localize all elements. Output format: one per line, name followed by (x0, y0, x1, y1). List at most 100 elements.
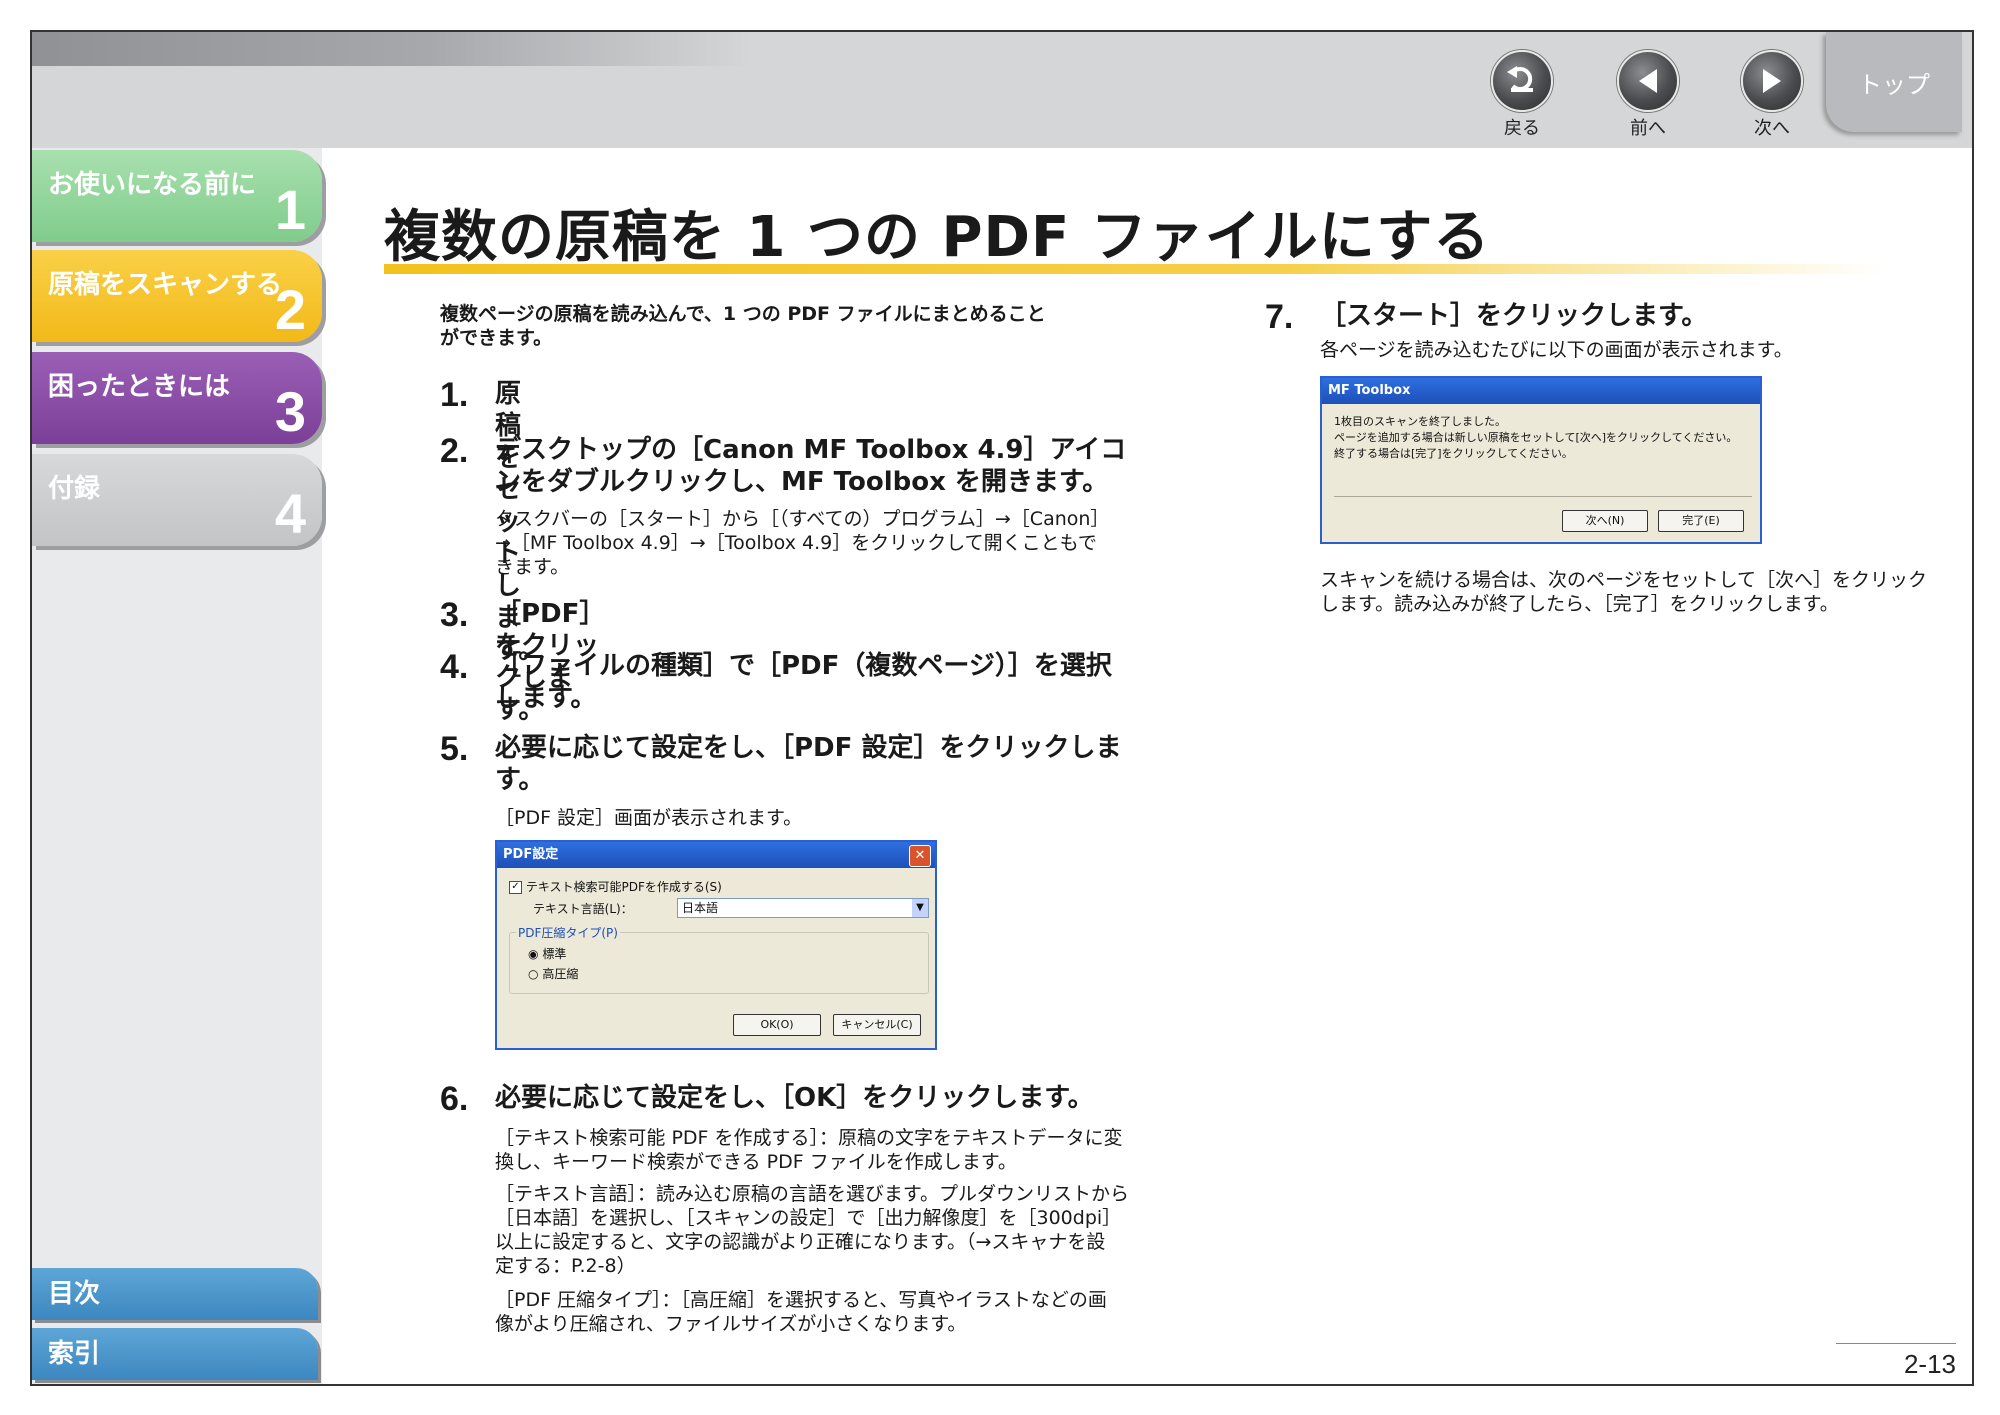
radio-standard[interactable]: ◉ 標準 (528, 945, 566, 962)
language-value: 日本語 (682, 901, 719, 915)
intro-line: ができます。 (440, 327, 553, 349)
close-icon[interactable]: ✕ (909, 845, 931, 867)
pdf-settings-dialog: PDF設定 ✕ ✓ テキスト検索可能PDFを作成する(S) テキスト言語(L)：… (495, 840, 937, 1050)
ok-button[interactable]: OK(O) (733, 1014, 821, 1036)
step-line: ［ファイルの種類］で［PDF（複数ページ）］を選択 (495, 651, 1112, 681)
chapter-2-title: 原稿をスキャンする (48, 270, 283, 300)
note-line: タスクバーの［スタート］から［（すべての）プログラム］→［Canon］ (495, 508, 1110, 530)
step-text: デスクトップの［Canon MF Toolbox 4.9］アイコ ンをダブルクリ… (495, 434, 1126, 498)
chapter-2-number: 2 (274, 278, 306, 341)
step-text: 必要に応じて設定をし、［OK］をクリックします。 (495, 1082, 1094, 1114)
finish-button[interactable]: 完了(E) (1658, 510, 1744, 532)
pdf-dialog-title: PDF設定 (503, 847, 559, 862)
step-line: します。 (495, 683, 597, 713)
note-line: ［日本語］を選択し、［スキャンの設定］で［出力解像度］を［300dpi］ (495, 1207, 1122, 1229)
chapter-1-tab[interactable]: お使いになる前に 1 (32, 150, 322, 242)
step-number: 2. (440, 432, 469, 470)
radio-unselected-icon[interactable]: ○ (528, 967, 538, 981)
compression-group: PDF圧縮タイプ(P) ◉ 標準 ○ 高圧縮 (509, 924, 929, 994)
note-line: きます。 (495, 556, 570, 578)
step-number: 1. (440, 376, 469, 414)
step-6-note-1: ［テキスト検索可能 PDF を作成する］：原稿の文字をテキストデータに変 換し、… (495, 1126, 1122, 1174)
toolbar-gradient (32, 32, 752, 66)
pdf-dialog-titlebar: PDF設定 ✕ (497, 842, 935, 868)
step-line: 必要に応じて設定をし、［OK］をクリックします。 (495, 1083, 1094, 1113)
note-line: 像がより圧縮され、ファイルサイズが小さくなります。 (495, 1313, 967, 1335)
note-line: 以上に設定すると、文字の認識がより正確になります。（→スキャナを設 (495, 1231, 1106, 1253)
index-button[interactable]: 索引 (32, 1328, 318, 1380)
chevron-down-icon[interactable]: ▼ (912, 899, 928, 917)
step-number: 6. (440, 1080, 469, 1118)
step-line: す。 (495, 765, 545, 795)
step-text: 必要に応じて設定をし、［PDF 設定］をクリックしま す。 (495, 732, 1121, 796)
prev-arrow-icon (1617, 50, 1679, 112)
mf-toolbox-dialog: MF Toolbox 1枚目のスキャンを終了しました。 ページを追加する場合は新… (1320, 376, 1762, 544)
contents-button[interactable]: 目次 (32, 1268, 318, 1320)
message-line: 終了する場合は[完了]をクリックしてください。 (1334, 447, 1573, 460)
step-number: 3. (440, 596, 469, 634)
note-line: 換し、キーワード検索ができる PDF ファイルを作成します。 (495, 1151, 1017, 1173)
divider (1334, 496, 1752, 497)
chapter-3-tab[interactable]: 困ったときには 3 (32, 352, 322, 444)
note-line: →［MF Toolbox 4.9］→［Toolbox 4.9］をクリックして開く… (495, 532, 1097, 554)
compression-group-label: PDF圧縮タイプ(P) (516, 924, 620, 941)
back-icon (1491, 50, 1553, 112)
intro-text: 複数ページの原稿を読み込んで、1 つの PDF ファイルにまとめること ができま… (440, 302, 1046, 350)
checkbox-checked-icon[interactable]: ✓ (509, 881, 522, 894)
step-2-note: タスクバーの［スタート］から［（すべての）プログラム］→［Canon］ →［MF… (495, 507, 1109, 579)
step-number: 7. (1265, 298, 1294, 336)
next-scan-button[interactable]: 次へ(N) (1562, 510, 1648, 532)
chapter-1-title: お使いになる前に (48, 170, 257, 200)
chapter-3-number: 3 (274, 380, 306, 443)
step-line: デスクトップの［Canon MF Toolbox 4.9］アイコ (495, 435, 1127, 465)
chapter-4-tab[interactable]: 付録 4 (32, 454, 322, 546)
title-underline (384, 264, 1884, 274)
note-line: ［テキスト検索可能 PDF を作成する］：原稿の文字をテキストデータに変 (495, 1127, 1123, 1149)
page-number: 2-13 (1903, 1349, 1956, 1379)
sidebar: お使いになる前に 1 原稿をスキャンする 2 困ったときには 3 付録 4 目次… (32, 148, 322, 1384)
next-button[interactable]: 次へ (1722, 50, 1822, 150)
step-number: 5. (440, 730, 469, 768)
step-6-note-3: ［PDF 圧縮タイプ］：［高圧縮］を選択すると、写真やイラストなどの画 像がより… (495, 1288, 1107, 1336)
top-tab[interactable]: トップ (1826, 32, 1962, 132)
chapter-1-number: 1 (274, 178, 306, 241)
cancel-button[interactable]: キャンセル(C) (833, 1014, 921, 1036)
language-select[interactable]: 日本語 ▼ (677, 898, 929, 918)
step-7-note: 各ページを読み込むたびに以下の画面が表示されます。 (1320, 339, 1793, 361)
language-label: テキスト言語(L)： (533, 902, 633, 916)
step-number: 4. (440, 648, 469, 686)
step-text: ［スタート］をクリックします。 (1320, 300, 1707, 332)
step-6-note-2: ［テキスト言語］：読み込む原稿の言語を選びます。プルダウンリストから ［日本語］… (495, 1182, 1129, 1278)
page-frame: 戻る 前へ 次へ トップ お使いになる前に 1 原稿をスキャンする 2 困ったと… (30, 30, 1974, 1386)
chapter-3-title: 困ったときには (48, 372, 231, 402)
intro-line: 複数ページの原稿を読み込んで、1 つの PDF ファイルにまとめること (440, 303, 1046, 325)
mf-dialog-message: 1枚目のスキャンを終了しました。 ページを追加する場合は新しい原稿をセットして[… (1334, 414, 1737, 462)
page-title: 複数の原稿を 1 つの PDF ファイルにする (384, 205, 1491, 270)
chapter-4-title: 付録 (48, 474, 101, 504)
pdf-checkbox-row[interactable]: ✓ テキスト検索可能PDFを作成する(S) (509, 878, 722, 895)
back-button[interactable]: 戻る (1472, 50, 1572, 150)
chapter-2-tab[interactable]: 原稿をスキャンする 2 (32, 250, 322, 342)
note-line: 定する：P.2-8） (495, 1255, 636, 1277)
message-line: ページを追加する場合は新しい原稿をセットして[次へ]をクリックしてください。 (1334, 431, 1738, 444)
top-toolbar: 戻る 前へ 次へ トップ (32, 32, 1972, 148)
note-line: ［PDF 圧縮タイプ］：［高圧縮］を選択すると、写真やイラストなどの画 (495, 1289, 1107, 1311)
mf-dialog-titlebar: MF Toolbox (1322, 378, 1760, 404)
chapter-4-number: 4 (274, 482, 306, 545)
step-7-after: スキャンを続ける場合は、次のページをセットして［次へ］をクリック します。読み込… (1320, 568, 1927, 616)
message-line: 1枚目のスキャンを終了しました。 (1334, 415, 1506, 428)
step-line: ンをダブルクリックし、MF Toolbox を開きます。 (495, 467, 1109, 497)
next-label: 次へ (1754, 118, 1790, 139)
note-line: ［テキスト言語］：読み込む原稿の言語を選びます。プルダウンリストから (495, 1183, 1130, 1205)
radio-standard-label: 標準 (542, 947, 567, 961)
radio-selected-icon[interactable]: ◉ (528, 947, 538, 961)
step-line: ［スタート］をクリックします。 (1320, 301, 1708, 331)
back-label: 戻る (1504, 118, 1540, 139)
prev-label: 前へ (1630, 118, 1666, 139)
note-line: します。読み込みが終了したら、［完了］をクリックします。 (1320, 593, 1839, 615)
page-number-rule (1836, 1343, 1956, 1344)
radio-high[interactable]: ○ 高圧縮 (528, 965, 578, 982)
prev-button[interactable]: 前へ (1598, 50, 1698, 150)
pdf-checkbox-label: テキスト検索可能PDFを作成する(S) (525, 880, 722, 894)
radio-high-label: 高圧縮 (542, 967, 579, 981)
